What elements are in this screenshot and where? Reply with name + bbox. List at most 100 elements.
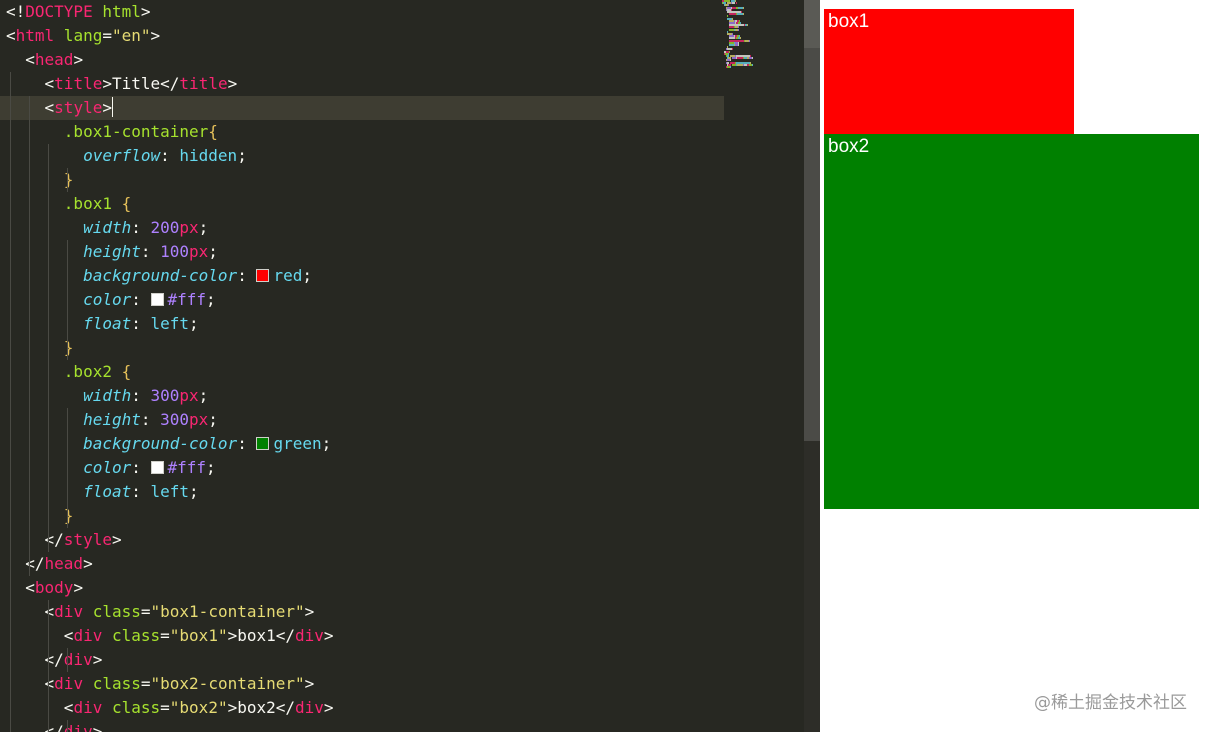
- code-token: title: [54, 74, 103, 93]
- indent-guide: [67, 648, 68, 672]
- code-token: {: [208, 122, 218, 141]
- code-line[interactable]: <html lang="en">: [0, 24, 160, 48]
- indent-guide: [67, 240, 68, 360]
- code-token: color: [6, 290, 132, 309]
- code-token: :: [131, 218, 151, 237]
- code-line[interactable]: <div class="box2">box2</div>: [0, 696, 334, 720]
- minimap-line: [742, 6, 744, 9]
- code-token: 300: [150, 386, 180, 405]
- code-token: >: [304, 674, 315, 693]
- code-token: .box1: [6, 194, 122, 213]
- code-token: html: [92, 2, 141, 21]
- box1-preview: box1: [824, 9, 1074, 134]
- code-token: height: [6, 410, 141, 429]
- code-line[interactable]: <div class="box1">box1</div>: [0, 624, 334, 648]
- color-swatch: [150, 293, 164, 306]
- code-token: .box2: [6, 362, 122, 381]
- color-swatch: [150, 461, 164, 474]
- code-line[interactable]: .box1 {: [0, 192, 131, 216]
- code-line[interactable]: width: 200px;: [0, 216, 208, 240]
- code-token: float: [6, 314, 132, 333]
- code-token: >: [92, 650, 103, 669]
- code-line[interactable]: color: #fff;: [0, 288, 216, 312]
- code-token: =: [140, 602, 151, 621]
- indent-guide: [10, 72, 11, 732]
- code-token: class: [83, 674, 141, 693]
- code-line[interactable]: height: 300px;: [0, 408, 218, 432]
- code-token: {: [121, 362, 132, 381]
- code-area[interactable]: <!DOCTYPE html> <html lang="en"> <head> <…: [0, 0, 804, 732]
- code-line[interactable]: <head>: [0, 48, 83, 72]
- code-line[interactable]: }: [0, 504, 74, 528]
- box2-preview: box2: [824, 134, 1199, 509]
- code-token: 200: [150, 218, 180, 237]
- code-line[interactable]: </div>: [0, 648, 103, 672]
- code-editor[interactable]: <!DOCTYPE html> <html lang="en"> <head> <…: [0, 0, 820, 732]
- code-token: "box2-container": [150, 674, 305, 693]
- code-line[interactable]: overflow: hidden;: [0, 144, 247, 168]
- code-token: red: [273, 266, 303, 285]
- code-token: </: [6, 722, 64, 732]
- box1-label: box1: [828, 11, 870, 32]
- code-line[interactable]: <!DOCTYPE html>: [0, 0, 151, 24]
- code-token: div: [63, 650, 93, 669]
- code-token: head: [34, 50, 74, 69]
- code-token: "en": [111, 26, 151, 45]
- code-token: <!: [6, 2, 26, 21]
- code-token: <: [6, 26, 16, 45]
- text-caret: [111, 97, 113, 117]
- code-token: }: [6, 506, 74, 525]
- code-token: 100: [160, 242, 190, 261]
- code-token: "box1": [169, 626, 228, 645]
- code-line[interactable]: .box2 {: [0, 360, 131, 384]
- code-line[interactable]: height: 100px;: [0, 240, 218, 264]
- code-token: float: [6, 482, 132, 501]
- code-token: px: [189, 410, 209, 429]
- code-line[interactable]: </div>: [0, 720, 103, 732]
- code-line[interactable]: <title>Title</title>: [0, 72, 238, 96]
- code-token: height: [6, 242, 141, 261]
- code-token: div: [73, 698, 103, 717]
- indent-guide: [67, 720, 68, 732]
- code-token: ;: [206, 458, 216, 477]
- code-token: }: [6, 338, 74, 357]
- code-line[interactable]: </head>: [0, 552, 92, 576]
- code-token: box2: [237, 698, 276, 717]
- code-token: =: [160, 626, 170, 645]
- code-token: =: [102, 26, 112, 45]
- code-token: >: [73, 578, 84, 597]
- code-line[interactable]: <body>: [0, 576, 83, 600]
- code-token: #fff: [167, 458, 207, 477]
- code-line[interactable]: .box1-container{: [0, 120, 218, 144]
- code-token: div: [295, 698, 324, 717]
- code-line[interactable]: background-color: green;: [0, 432, 331, 456]
- code-line[interactable]: }: [0, 168, 74, 192]
- code-token: background-color: [6, 434, 238, 453]
- scrollbar-thumb[interactable]: [804, 0, 820, 48]
- code-line[interactable]: </style>: [0, 528, 122, 552]
- code-token: </: [160, 74, 180, 93]
- code-token: :: [131, 386, 151, 405]
- code-token: .box1-container: [6, 122, 209, 141]
- code-line[interactable]: width: 300px;: [0, 384, 208, 408]
- code-line[interactable]: color: #fff;: [0, 456, 216, 480]
- code-token: class: [102, 626, 161, 645]
- code-token: ;: [189, 314, 199, 333]
- minimap[interactable]: [722, 0, 772, 72]
- code-token: <: [6, 50, 35, 69]
- code-token: ;: [198, 218, 209, 237]
- code-token: >: [323, 626, 334, 645]
- editor-scrollbar[interactable]: [804, 0, 820, 732]
- code-line[interactable]: <style>: [0, 96, 724, 120]
- code-token: box1: [237, 626, 276, 645]
- scrollbar-track[interactable]: [804, 48, 820, 441]
- code-token: style: [63, 530, 112, 549]
- code-line[interactable]: }: [0, 336, 74, 360]
- code-token: 300: [160, 410, 190, 429]
- code-token: ;: [237, 146, 247, 165]
- code-token: left: [150, 482, 190, 501]
- code-token: div: [73, 626, 103, 645]
- code-token: >: [140, 2, 151, 21]
- code-token: }: [6, 170, 74, 189]
- code-line[interactable]: background-color: red;: [0, 264, 312, 288]
